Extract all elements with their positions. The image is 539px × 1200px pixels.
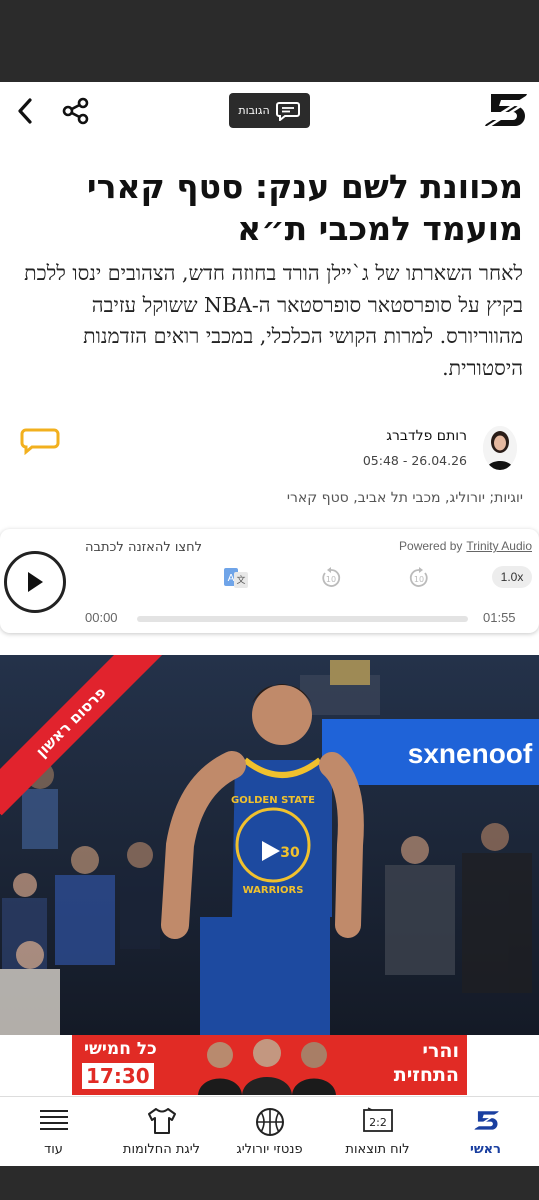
rewind-10-icon[interactable]: 10 — [320, 567, 342, 589]
shirt-icon — [147, 1108, 176, 1134]
forward-10-icon[interactable]: 10 — [408, 567, 430, 589]
status-bar — [0, 0, 539, 82]
audio-cta[interactable]: לחצו להאזנה לכתבה — [85, 540, 202, 555]
author-name[interactable]: רותם פלדברג — [386, 428, 467, 444]
nav-label-more: עוד — [44, 1142, 63, 1157]
audio-player: לחצו להאזנה לכתבה Powered by Trinity Audi… — [0, 529, 539, 633]
audio-play-button[interactable] — [4, 551, 66, 613]
bottom-navigation: ראשי 2:2 לוח תוצאות פנטזי יורוליג ליגת ה… — [0, 1096, 539, 1166]
article-page: הגובות מכוונת לשם ענק: סטף קארי מועמד למ… — [0, 82, 539, 1096]
promo-banner[interactable]: והרי התחזית כל חמישי 17:30 — [0, 1035, 539, 1096]
sport5-logo[interactable] — [479, 90, 531, 132]
article-tags[interactable]: יוגיות; יורוליג, מכבי תל אביב, סטף קארי — [287, 490, 523, 506]
play-icon — [28, 572, 43, 592]
audio-progress-track[interactable] — [137, 616, 468, 622]
article-subtitle: לאחר השארתו של ג`יילן הורד בחוזה חדש, הצ… — [24, 261, 523, 380]
nav-item-scoreboard[interactable]: 2:2 לוח תוצאות — [324, 1097, 431, 1167]
svg-text:‪sxnenoof: ‪sxnenoof — [408, 738, 533, 769]
svg-text:2:2: 2:2 — [369, 1116, 387, 1129]
top-header: הגובות — [0, 82, 539, 140]
publish-date: 05:48 - 26.04.26 — [362, 453, 467, 468]
share-icon[interactable] — [60, 96, 92, 126]
nav-item-more[interactable]: עוד — [0, 1097, 107, 1167]
comment-bubble-icon[interactable] — [20, 427, 60, 455]
promo-banner-inner: והרי התחזית כל חמישי 17:30 — [72, 1035, 467, 1095]
comments-button[interactable]: הגובות — [229, 93, 310, 128]
scoreboard-icon: 2:2 — [362, 1107, 393, 1132]
promo-title-line2: התחזית — [393, 1064, 459, 1086]
total-time: 01:55 — [483, 610, 516, 625]
basketball-icon — [255, 1108, 284, 1136]
nav-item-dream-league[interactable]: ליגת החלומות — [108, 1097, 215, 1167]
promo-title-line1: והרי — [422, 1040, 459, 1062]
svg-text:‪WARRIORS: ‪WARRIORS — [243, 885, 304, 896]
powered-by-label: Powered by — [399, 539, 463, 553]
trinity-audio-link[interactable]: Trinity Audio — [466, 539, 532, 553]
author-avatar[interactable] — [483, 426, 517, 470]
comments-label: הגובות — [238, 104, 270, 117]
svg-text:10: 10 — [326, 575, 336, 584]
promo-show-title: והרי התחזית — [394, 1039, 459, 1087]
powered-by: Powered by Trinity Audio — [399, 539, 532, 553]
promo-time: 17:30 — [82, 1063, 154, 1089]
svg-text:10: 10 — [414, 575, 424, 584]
menu-icon — [39, 1110, 68, 1130]
comment-icon — [275, 101, 300, 121]
system-nav-bar — [0, 1166, 539, 1200]
svg-text:‪GOLDEN STATE: ‪GOLDEN STATE — [231, 795, 315, 806]
article-title: מכוונת לשם ענק: סטף קארי מועמד למכבי ת״א — [86, 167, 523, 248]
svg-text:30: 30 — [280, 845, 300, 861]
promo-day: כל חמישי — [84, 1039, 157, 1059]
logo-5-icon — [471, 1111, 500, 1131]
svg-text:A: A — [228, 573, 235, 584]
nav-label-fantasy: פנטזי יורוליג — [236, 1142, 303, 1157]
translate-icon[interactable]: A 文 — [224, 568, 248, 588]
back-arrow-icon[interactable] — [12, 94, 38, 128]
playback-speed[interactable]: 1.0x — [492, 566, 532, 588]
hosts-image — [198, 1039, 336, 1095]
nav-item-fantasy-euroleague[interactable]: פנטזי יורוליג — [216, 1097, 323, 1167]
video-play-icon[interactable] — [258, 839, 282, 863]
svg-text:文: 文 — [236, 574, 245, 586]
nav-label-scoreboard: לוח תוצאות — [345, 1142, 410, 1157]
article-photo[interactable]: ‪sxnenoof ‪GOLDEN STATE ‪WARRIORS 30 פרס… — [0, 655, 539, 1035]
nav-label-home: ראשי — [470, 1142, 501, 1157]
author-photo — [483, 426, 517, 470]
nav-label-dream-league: ליגת החלומות — [122, 1142, 201, 1157]
nav-item-home[interactable]: ראשי — [432, 1097, 539, 1167]
current-time: 00:00 — [85, 610, 118, 625]
